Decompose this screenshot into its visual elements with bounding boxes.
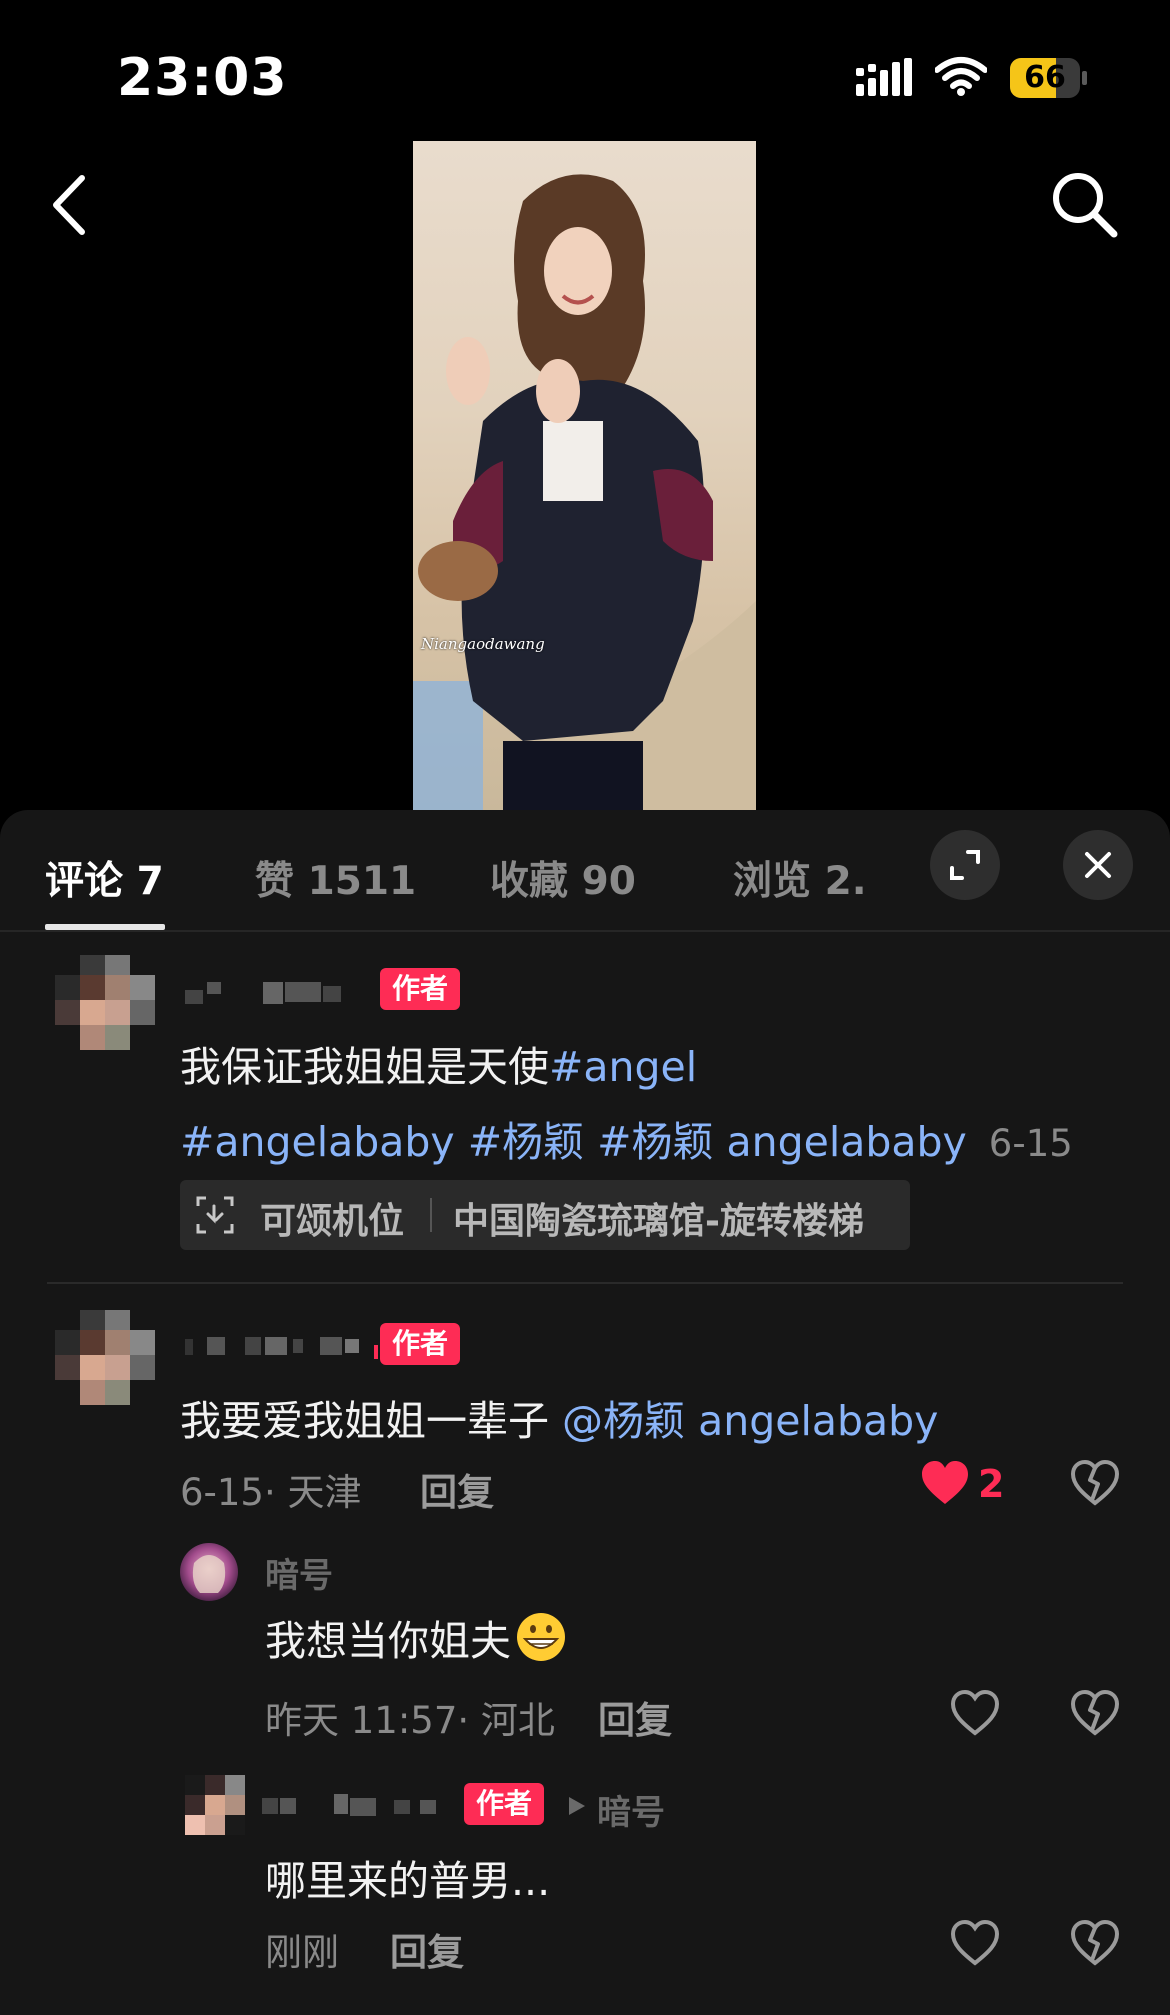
expand-icon: [950, 850, 980, 880]
reply-text: 我想当你姐夫: [265, 1607, 567, 1667]
author-badge: 作者: [380, 968, 461, 1010]
status-time: 23:03: [117, 48, 288, 108]
location-separator: [430, 1198, 432, 1232]
username-redacted[interactable]: [262, 1792, 452, 1818]
avatar[interactable]: [180, 1543, 238, 1601]
reply-button[interactable]: 回复: [390, 1922, 464, 1976]
post-date: 6-15: [988, 1122, 1073, 1165]
reply-text: 哪里来的普男...: [265, 1857, 551, 1905]
reply-username[interactable]: 暗号: [265, 1548, 333, 1597]
video-thumbnail[interactable]: Niangaodawang: [413, 141, 756, 811]
tab-bar: 评论 7 赞 1511 收藏 90 浏览 2.: [0, 810, 1170, 930]
author-badge: 作者: [464, 1783, 545, 1825]
username-redacted[interactable]: [185, 1333, 380, 1359]
broken-heart-icon[interactable]: [1070, 1690, 1120, 1736]
back-chevron-icon[interactable]: [40, 170, 100, 240]
comment-text: 我要爱我姐姐一辈子 @杨颖 angelababy: [180, 1387, 938, 1447]
comment-meta: 6-15· 天津: [180, 1471, 362, 1514]
reply-meta: 昨天 11:57· 河北: [265, 1699, 555, 1742]
location-chip[interactable]: 可颂机位 中国陶瓷琉璃馆-旋转楼梯: [180, 1180, 910, 1250]
tab-comments[interactable]: 评论 7: [45, 850, 164, 906]
battery-percent: 66: [1024, 60, 1066, 95]
reply-button[interactable]: 回复: [598, 1690, 672, 1744]
broken-heart-icon[interactable]: [1070, 1460, 1120, 1506]
author-badge: 作者: [380, 1323, 461, 1365]
heart-outline-icon[interactable]: [950, 1920, 1000, 1966]
location-place: 中国陶瓷琉璃馆-旋转楼梯: [453, 1201, 864, 1242]
tab-favorites[interactable]: 收藏 90: [490, 850, 636, 906]
reply-arrow-icon: [569, 1797, 585, 1815]
post-caption-line-2: #angelababy #杨颖 #杨颖 angelababy 6-15: [180, 1108, 1073, 1168]
comment-divider: [47, 1282, 1123, 1284]
avatar[interactable]: [185, 1775, 245, 1835]
grinning-face-icon: [517, 1613, 565, 1661]
avatar[interactable]: [55, 955, 155, 1055]
comment-sheet: 评论 7 赞 1511 收藏 90 浏览 2. 作者 我保证我姐姐是天使#ang…: [0, 810, 1170, 2015]
reply-body: 我想当你姐夫: [265, 1617, 511, 1665]
video-watermark: Niangaodawang: [421, 635, 545, 653]
tab-divider: [0, 930, 1170, 932]
caption-text: 我保证我姐姐是天使: [180, 1043, 549, 1091]
reply-to-username[interactable]: 暗号: [597, 1785, 665, 1834]
heart-filled-icon[interactable]: [920, 1460, 970, 1506]
tab-likes[interactable]: 赞 1511: [255, 850, 416, 906]
close-icon: [1085, 852, 1111, 878]
mention-link[interactable]: @杨颖 angelababy: [562, 1397, 938, 1445]
reply-meta: 刚刚: [265, 1931, 339, 1974]
location-label: 可颂机位: [260, 1201, 405, 1242]
heart-outline-icon[interactable]: [950, 1690, 1000, 1736]
video-figure-illustration: [413, 174, 756, 811]
status-bar: 23:03 66: [0, 0, 1170, 150]
like-count: 2: [978, 1462, 1005, 1506]
signal-bars-icon: [856, 58, 912, 96]
hashtag-links[interactable]: #angelababy #杨颖 #杨颖 angelababy: [180, 1118, 967, 1166]
username-redacted[interactable]: [185, 980, 345, 1006]
avatar[interactable]: [55, 1310, 155, 1410]
tab-views[interactable]: 浏览 2.: [733, 850, 867, 906]
broken-heart-icon[interactable]: [1070, 1920, 1120, 1966]
comment-body: 我要爱我姐姐一辈子: [180, 1397, 563, 1445]
post-caption-line-1: 我保证我姐姐是天使#angel: [180, 1033, 697, 1093]
expand-button[interactable]: [930, 830, 1000, 900]
camera-position-icon: [196, 1196, 234, 1234]
search-icon[interactable]: [1048, 168, 1120, 240]
wifi-icon: [935, 57, 987, 96]
hashtag-link[interactable]: #angel: [549, 1043, 697, 1091]
close-button[interactable]: [1063, 830, 1133, 900]
reply-button[interactable]: 回复: [420, 1462, 494, 1516]
battery-icon: 66: [1010, 58, 1088, 98]
